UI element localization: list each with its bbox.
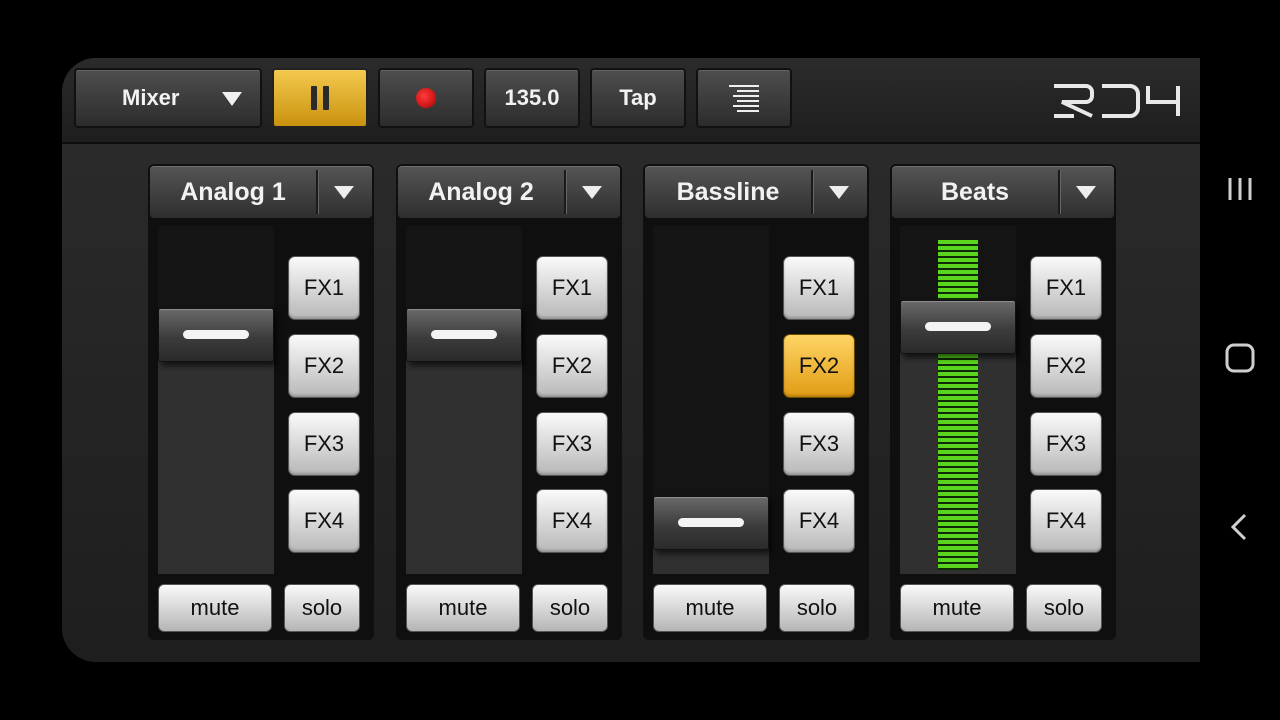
chevron-down-icon bbox=[334, 186, 354, 199]
divider bbox=[1058, 170, 1060, 214]
channel-name: Analog 1 bbox=[180, 177, 286, 206]
fx-button-2[interactable]: FX2 bbox=[1030, 334, 1102, 398]
chevron-down-icon bbox=[829, 186, 849, 199]
solo-button[interactable]: solo bbox=[284, 584, 360, 632]
fx-button-2[interactable]: FX2 bbox=[783, 334, 855, 398]
channel-instrument-dropdown[interactable]: Analog 1 bbox=[150, 166, 372, 218]
view-dropdown[interactable]: Mixer bbox=[74, 68, 262, 128]
channel-name: Analog 2 bbox=[428, 177, 534, 206]
pause-button[interactable] bbox=[272, 68, 368, 128]
menu-button[interactable] bbox=[696, 68, 792, 128]
fx-button-1[interactable]: FX1 bbox=[536, 256, 608, 320]
channel-name: Bassline bbox=[676, 177, 780, 206]
toolbar: Mixer 135.0 Tap bbox=[62, 58, 1200, 144]
fx-button-1[interactable]: FX1 bbox=[1030, 256, 1102, 320]
mute-button[interactable]: mute bbox=[406, 584, 520, 632]
channel-strip: Analog 2 FX1 FX2 FX3 FX4 mute solo bbox=[396, 164, 622, 640]
view-dropdown-label: Mixer bbox=[122, 85, 180, 110]
fx-button-2[interactable]: FX2 bbox=[536, 334, 608, 398]
recents-icon[interactable] bbox=[1226, 176, 1254, 202]
fx-button-3[interactable]: FX3 bbox=[783, 412, 855, 476]
chevron-down-icon bbox=[582, 186, 602, 199]
rd4-logo bbox=[1054, 84, 1180, 118]
fx-button-4[interactable]: FX4 bbox=[536, 489, 608, 553]
level-meter bbox=[938, 240, 978, 570]
mute-button[interactable]: mute bbox=[653, 584, 767, 632]
channel-instrument-dropdown[interactable]: Beats bbox=[892, 166, 1114, 218]
home-icon[interactable] bbox=[1224, 342, 1256, 374]
volume-fader-track[interactable] bbox=[406, 226, 522, 574]
volume-fader-track[interactable] bbox=[158, 226, 274, 574]
fader-handle[interactable] bbox=[158, 308, 274, 362]
divider bbox=[811, 170, 813, 214]
back-icon[interactable] bbox=[1228, 512, 1250, 542]
fx-button-4[interactable]: FX4 bbox=[1030, 489, 1102, 553]
mute-button[interactable]: mute bbox=[900, 584, 1014, 632]
chevron-down-icon bbox=[222, 92, 242, 106]
mute-button[interactable]: mute bbox=[158, 584, 272, 632]
solo-button[interactable]: solo bbox=[532, 584, 608, 632]
fx-button-3[interactable]: FX3 bbox=[536, 412, 608, 476]
volume-fader-track[interactable] bbox=[900, 226, 1016, 574]
fx-button-3[interactable]: FX3 bbox=[288, 412, 360, 476]
channel-instrument-dropdown[interactable]: Bassline bbox=[645, 166, 867, 218]
fx-button-4[interactable]: FX4 bbox=[783, 489, 855, 553]
record-icon bbox=[416, 88, 436, 108]
fx-button-1[interactable]: FX1 bbox=[288, 256, 360, 320]
divider bbox=[316, 170, 318, 214]
pause-icon bbox=[311, 86, 329, 110]
channel-strip: Analog 1 FX1 FX2 FX3 FX4 mute solo bbox=[148, 164, 374, 640]
chevron-down-icon bbox=[1076, 186, 1096, 199]
mixer-app: Mixer 135.0 Tap Analog 1 FX1 FX2 FX3 FX4… bbox=[62, 58, 1200, 662]
fader-handle[interactable] bbox=[406, 308, 522, 362]
fader-fill bbox=[158, 335, 274, 574]
menu-icon bbox=[729, 84, 759, 112]
volume-fader-track[interactable] bbox=[653, 226, 769, 574]
tempo-button[interactable]: 135.0 bbox=[484, 68, 580, 128]
fader-fill bbox=[406, 335, 522, 574]
divider bbox=[564, 170, 566, 214]
channel-strip: Bassline FX1 FX2 FX3 FX4 mute solo bbox=[643, 164, 869, 640]
fx-button-4[interactable]: FX4 bbox=[288, 489, 360, 553]
tap-button[interactable]: Tap bbox=[590, 68, 686, 128]
record-button[interactable] bbox=[378, 68, 474, 128]
channel-instrument-dropdown[interactable]: Analog 2 bbox=[398, 166, 620, 218]
fx-button-1[interactable]: FX1 bbox=[783, 256, 855, 320]
solo-button[interactable]: solo bbox=[1026, 584, 1102, 632]
fx-button-3[interactable]: FX3 bbox=[1030, 412, 1102, 476]
fader-handle[interactable] bbox=[900, 300, 1016, 354]
solo-button[interactable]: solo bbox=[779, 584, 855, 632]
channel-strip: Beats FX1 FX2 FX3 FX4 mute solo bbox=[890, 164, 1116, 640]
tap-label: Tap bbox=[619, 85, 657, 110]
fx-button-2[interactable]: FX2 bbox=[288, 334, 360, 398]
channel-name: Beats bbox=[940, 177, 1010, 206]
tempo-value: 135.0 bbox=[504, 85, 560, 110]
fader-handle[interactable] bbox=[653, 496, 769, 550]
